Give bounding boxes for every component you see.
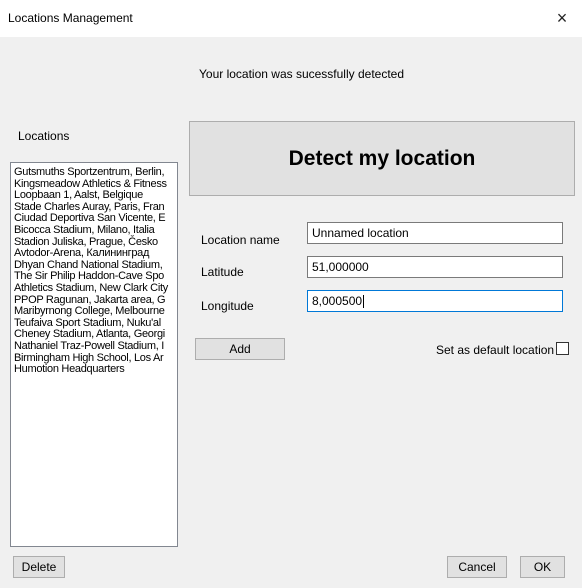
list-item[interactable]: Maribyrnong College, Melbourne <box>14 306 177 318</box>
locations-label: Locations <box>18 129 70 143</box>
list-item[interactable]: Humotion Headquarters <box>14 363 177 376</box>
location-name-input[interactable]: Unnamed location <box>307 222 563 244</box>
latitude-value: 51,000000 <box>312 260 369 274</box>
longitude-value: 8,000500 <box>312 294 363 308</box>
add-button[interactable]: Add <box>195 338 285 360</box>
status-message: Your location was sucessfully detected <box>199 67 405 81</box>
window-title: Locations Management <box>8 11 133 25</box>
location-name-value: Unnamed location <box>312 226 409 240</box>
longitude-input[interactable]: 8,000500 <box>307 290 563 312</box>
cancel-button[interactable]: Cancel <box>447 556 507 578</box>
list-item[interactable]: Avtodor-Arena, Калининград <box>14 248 177 260</box>
list-item[interactable]: Athletics Stadium, New Clark City <box>14 282 177 295</box>
locations-list[interactable]: Gutsmuths Sportzentrum, Berlin, Kingsmead… <box>10 162 178 547</box>
list-item[interactable]: Bicocca Stadium, Milano, Italia <box>14 224 177 237</box>
detect-location-button[interactable]: Detect my location <box>189 121 575 196</box>
ok-button[interactable]: OK <box>520 556 565 578</box>
location-name-label: Location name <box>201 233 280 247</box>
close-icon[interactable]: × <box>542 0 582 37</box>
latitude-input[interactable]: 51,000000 <box>307 256 563 278</box>
text-caret <box>363 295 365 309</box>
title-bar: Locations Management × <box>0 0 582 37</box>
default-location-label: Set as default location <box>436 343 555 357</box>
longitude-label: Longitude <box>201 299 254 313</box>
list-item[interactable]: Gutsmuths Sportzentrum, Berlin, <box>14 166 177 179</box>
latitude-label: Latitude <box>201 265 244 279</box>
default-location-checkbox[interactable] <box>556 342 569 355</box>
list-item[interactable]: Nathaniel Traz-Powell Stadium, I <box>14 340 177 353</box>
delete-button[interactable]: Delete <box>13 556 65 578</box>
